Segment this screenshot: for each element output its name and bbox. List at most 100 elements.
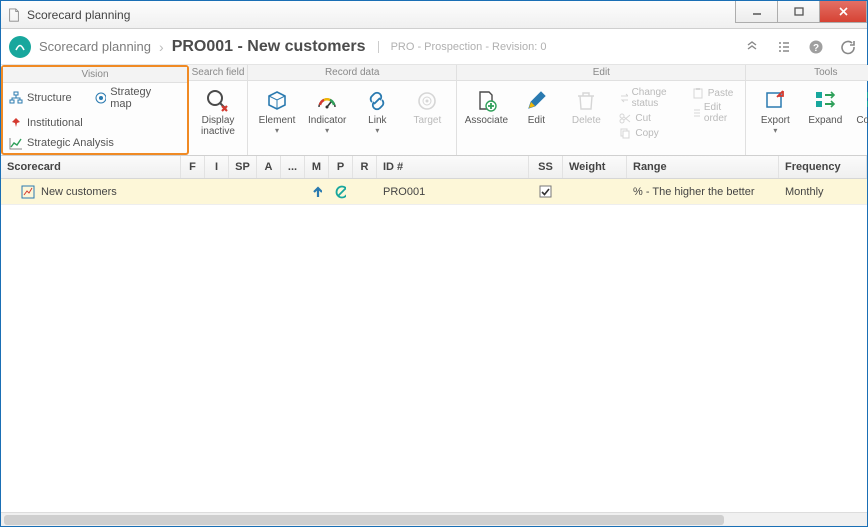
copy-button: Copy [619, 127, 675, 139]
collapse-up-icon[interactable] [741, 36, 763, 58]
col-m[interactable]: M [305, 156, 329, 178]
pencil-icon [524, 89, 548, 113]
target-icon [94, 91, 106, 105]
trash-icon [574, 89, 598, 113]
expand-button[interactable]: Expand [800, 85, 850, 128]
arrow-up-icon [311, 185, 322, 199]
edit-mini-col1: Change status Cut Copy [611, 85, 683, 141]
ribbon-group-tools: Tools Export ▾ Expand Collapse [746, 65, 868, 155]
table-header: Scorecard F I SP A ... M P R ID # SS Wei… [1, 156, 867, 179]
collapse-button[interactable]: Collapse [850, 85, 868, 128]
col-r[interactable]: R [353, 156, 377, 178]
element-button[interactable]: Element ▾ [252, 85, 302, 137]
edit-mini-col2: Paste Edit order [684, 85, 742, 126]
refresh-icon[interactable] [837, 36, 859, 58]
structure-icon [9, 91, 23, 105]
target-icon [415, 89, 439, 113]
col-f[interactable]: F [181, 156, 205, 178]
export-button[interactable]: Export ▾ [750, 85, 800, 137]
cell-m[interactable] [305, 179, 329, 204]
ribbon-group-record-data: Record data Element ▾ Indicator ▾ Link ▾ [248, 65, 457, 155]
breadcrumb-parent[interactable]: Scorecard planning [39, 39, 151, 54]
link-icon [365, 89, 389, 113]
associate-button[interactable]: Associate [461, 85, 511, 128]
ribbon-group-search: Search field Display inactive [189, 65, 248, 155]
indicator-button[interactable]: Indicator ▾ [302, 85, 352, 137]
ribbon-group-edit: Edit Associate Edit Delete Change status… [457, 65, 746, 155]
minimize-button[interactable] [735, 1, 777, 23]
maximize-button[interactable] [777, 1, 819, 23]
cell-ss[interactable] [529, 179, 563, 204]
col-i[interactable]: I [205, 156, 229, 178]
vision-strategic-analysis[interactable]: Strategic Analysis [3, 133, 120, 153]
vision-label: Structure [27, 92, 72, 104]
order-icon [692, 107, 700, 119]
edit-order-button: Edit order [692, 102, 734, 124]
vision-label: Strategic Analysis [27, 137, 114, 149]
app-logo-icon[interactable] [9, 36, 31, 58]
caret-down-icon: ▾ [275, 126, 279, 135]
vision-institutional[interactable]: Institutional [3, 113, 89, 133]
table-body: New customers PRO001 % - The higher the … [1, 179, 867, 526]
vision-structure[interactable]: Structure [3, 83, 88, 113]
col-frequency[interactable]: Frequency [779, 156, 867, 178]
list-icon[interactable] [773, 36, 795, 58]
paste-button: Paste [692, 87, 734, 99]
collapse-icon [864, 89, 868, 113]
caret-down-icon: ▾ [325, 126, 329, 135]
col-ss[interactable]: SS [529, 156, 563, 178]
horizontal-scrollbar[interactable] [1, 512, 867, 526]
col-scorecard[interactable]: Scorecard [1, 156, 181, 178]
vision-label: Strategy map [110, 86, 167, 110]
scissors-icon [619, 112, 631, 124]
window-title: Scorecard planning [27, 8, 735, 22]
cell-range: % - The higher the better [627, 179, 779, 204]
document-plus-icon [474, 89, 498, 113]
expand-icon [813, 89, 837, 113]
titlebar: Scorecard planning [1, 1, 867, 29]
pin-icon [9, 116, 23, 130]
ribbon-group-title: Record data [248, 65, 456, 81]
document-icon [7, 8, 21, 22]
ribbon-group-vision: Vision Structure Strategy map Institutio… [1, 65, 189, 155]
gauge-icon [315, 89, 339, 113]
swap-icon [619, 92, 627, 104]
display-inactive-button[interactable]: Display inactive [193, 85, 243, 139]
ribbon-group-title: Tools [746, 65, 868, 81]
caret-down-icon: ▾ [773, 126, 777, 135]
copy-icon [619, 127, 631, 139]
close-button[interactable] [819, 1, 867, 23]
col-weight[interactable]: Weight [563, 156, 627, 178]
delete-button: Delete [561, 85, 611, 128]
scrollbar-thumb[interactable] [4, 515, 724, 525]
ribbon-group-title: Edit [457, 65, 745, 81]
change-status-button: Change status [619, 87, 675, 109]
vision-label: Institutional [27, 117, 83, 129]
paste-icon [692, 87, 704, 99]
breadcrumb-bar: Scorecard planning › PRO001 - New custom… [1, 29, 867, 65]
breadcrumb-subtitle: PRO - Prospection - Revision: 0 [378, 41, 547, 53]
link-button[interactable]: Link ▾ [352, 85, 402, 137]
ribbon-group-title: Search field [189, 65, 247, 81]
col-range[interactable]: Range [627, 156, 779, 178]
cell-p[interactable] [329, 179, 353, 204]
app-window: Scorecard planning Scorecard planning › … [0, 0, 868, 527]
table-row[interactable]: New customers PRO001 % - The higher the … [1, 179, 867, 205]
cube-icon [265, 89, 289, 113]
magnifier-x-icon [205, 88, 231, 114]
col-p[interactable]: P [329, 156, 353, 178]
svg-text:?: ? [813, 43, 819, 54]
export-icon [763, 89, 787, 113]
window-buttons [735, 1, 867, 28]
col-sp[interactable]: SP [229, 156, 257, 178]
col-more[interactable]: ... [281, 156, 305, 178]
col-id[interactable]: ID # [377, 156, 529, 178]
col-a[interactable]: A [257, 156, 281, 178]
help-icon[interactable]: ? [805, 36, 827, 58]
cell-frequency: Monthly [779, 179, 867, 204]
cell-id: PRO001 [377, 179, 529, 204]
edit-button[interactable]: Edit [511, 85, 561, 128]
cut-button: Cut [619, 112, 675, 124]
ribbon-group-title: Vision [3, 67, 187, 83]
vision-strategy-map[interactable]: Strategy map [88, 83, 173, 113]
